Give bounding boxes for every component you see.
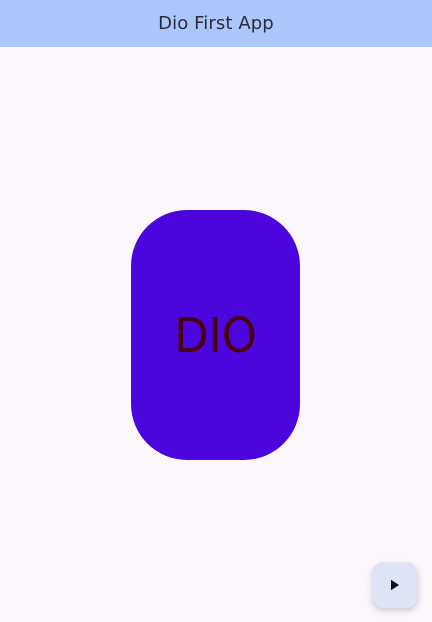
play-button[interactable] xyxy=(372,562,418,608)
play-icon xyxy=(391,579,399,591)
dio-label: DIO xyxy=(174,308,257,364)
app-screen: Dio First App DIO xyxy=(0,0,432,622)
page-title: Dio First App xyxy=(158,12,274,34)
app-bar: Dio First App xyxy=(0,0,432,47)
dio-card: DIO xyxy=(131,210,300,460)
